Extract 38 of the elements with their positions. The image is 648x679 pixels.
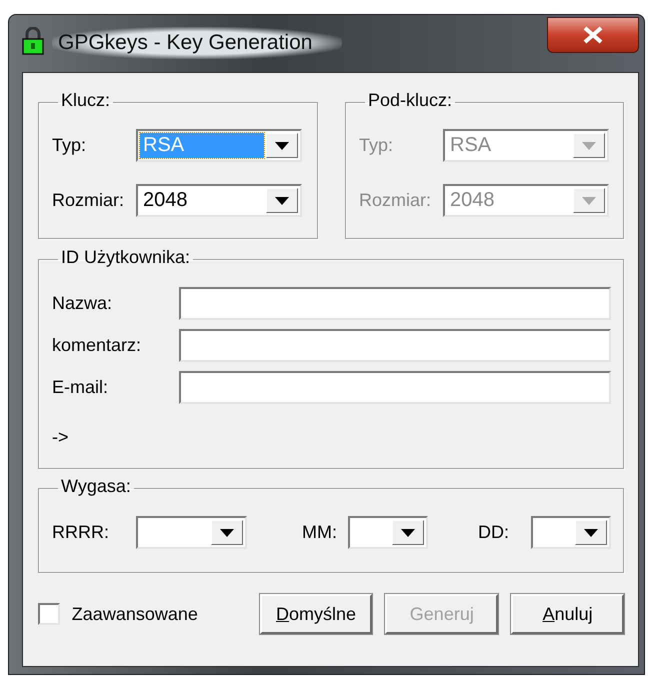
field-label: RRRR: — [52, 521, 110, 544]
group-title: Wygasa: — [60, 477, 132, 495]
text-field[interactable] — [179, 329, 611, 362]
dropdown: RSA — [443, 129, 609, 162]
group-title: Pod-klucz: — [367, 91, 454, 109]
dropdown: 2048 — [443, 184, 609, 217]
preview-text: -> — [52, 426, 70, 449]
dropdown[interactable] — [348, 516, 428, 549]
dropdown[interactable]: 2048 — [136, 184, 302, 217]
text-field[interactable] — [179, 371, 611, 404]
group-title: Klucz: — [60, 91, 112, 109]
close-button[interactable] — [547, 17, 639, 53]
field-label: MM: — [302, 521, 338, 544]
dropdown-arrow-icon — [275, 196, 289, 204]
checkbox[interactable] — [38, 603, 60, 625]
dropdown-arrow-icon — [582, 142, 596, 150]
close-icon — [582, 26, 604, 44]
padlock-icon — [22, 27, 44, 55]
dropdown-arrow-icon — [584, 528, 598, 536]
dropdown-arrow-icon — [275, 142, 289, 150]
dropdown-arrow-icon — [220, 528, 234, 536]
text-field[interactable] — [179, 287, 611, 320]
dialog-button[interactable]: Anuluj — [511, 594, 624, 634]
dropdown-arrow-icon — [401, 528, 415, 536]
field-label: komentarz: — [52, 334, 142, 357]
checkbox-label: Zaawansowane — [72, 602, 199, 626]
field-label: Rozmiar: — [52, 189, 126, 212]
window-title: GPGkeys - Key Generation — [52, 27, 342, 58]
field-label: Nazwa: — [52, 292, 114, 315]
field-label: Typ: — [359, 134, 394, 157]
dropdown[interactable] — [531, 516, 611, 549]
field-label: DD: — [478, 521, 510, 544]
field-label: Rozmiar: — [359, 189, 432, 212]
group-title: ID Użytkownika: — [60, 248, 192, 266]
dropdown-arrow-icon — [582, 196, 596, 204]
dialog-button[interactable]: Domyślne — [260, 594, 372, 634]
field-label: E-mail: — [52, 376, 110, 399]
field-label: Typ: — [52, 134, 88, 157]
